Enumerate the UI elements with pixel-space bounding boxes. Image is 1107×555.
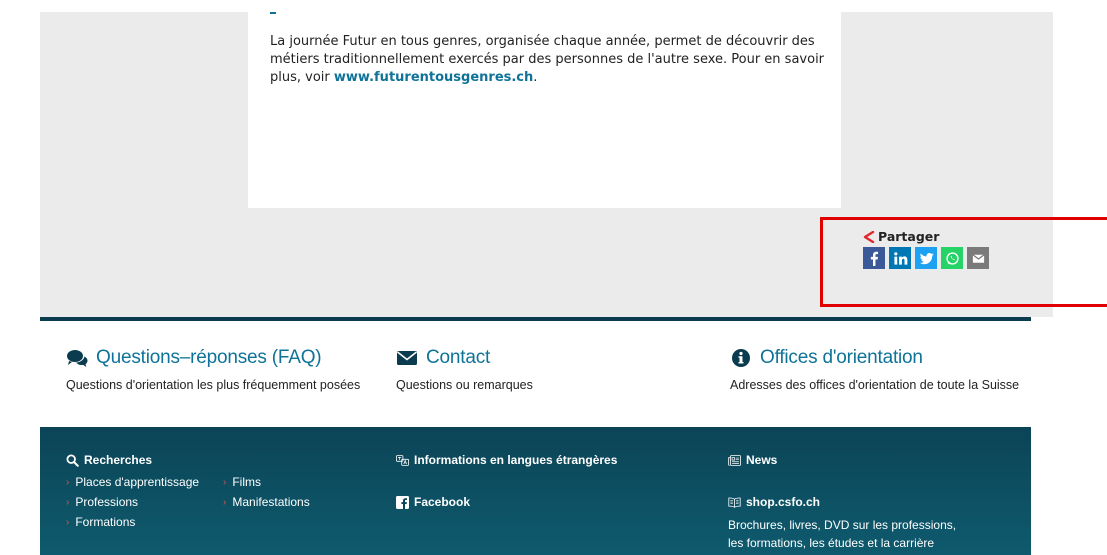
offices-title[interactable]: Offices d'orientation <box>730 347 1019 369</box>
book-icon <box>728 497 741 508</box>
search-icon <box>66 453 79 467</box>
footer-search-title: Recherches <box>84 453 153 467</box>
divider <box>270 12 276 14</box>
article-link-suffix: . <box>533 70 538 85</box>
footer-link-films[interactable]: › Films <box>223 475 343 489</box>
footer: Recherches › Places d'apprentissage › Film… <box>40 427 1031 555</box>
footer-link-label: Professions <box>75 495 139 509</box>
highlight-box <box>820 217 1107 307</box>
footer-shop-desc-line: les formations, les études et la carrièr… <box>728 536 935 550</box>
footer-news-title: News <box>746 453 778 467</box>
offices-title-text: Offices d'orientation <box>760 347 923 368</box>
faq-description: Questions d'orientation les plus fréquem… <box>66 378 361 392</box>
article-card: La journée Futur en tous genres, organis… <box>248 12 841 208</box>
article-paragraph: La journée Futur en tous genres, organis… <box>270 33 830 87</box>
faq-title-text: Questions–réponses (FAQ) <box>96 347 322 368</box>
contact-description: Questions ou remarques <box>396 378 533 392</box>
footer-search-list: › Places d'apprentissage › Films › Professi… <box>66 475 343 529</box>
info-icon <box>732 349 750 367</box>
footer-shop-title: shop.csfo.ch <box>746 495 821 509</box>
footer-facebook-title: Facebook <box>414 495 471 509</box>
footer-shop-link[interactable]: shop.csfo.ch <box>728 495 956 509</box>
offices-link[interactable]: Offices d'orientation Adresses des offic… <box>730 347 1019 392</box>
footer-facebook-link[interactable]: Facebook <box>396 495 617 509</box>
footer-shop-desc-line: Brochures, livres, DVD sur les professio… <box>728 518 957 532</box>
translate-icon <box>396 454 409 466</box>
footer-link-formations[interactable]: › Formations <box>66 515 223 529</box>
contact-link[interactable]: Contact Questions ou remarques <box>396 347 533 392</box>
quick-links-band: Questions–réponses (FAQ) Questions d'ori… <box>40 317 1031 427</box>
footer-link-professions[interactable]: › Professions <box>66 495 223 509</box>
contact-title[interactable]: Contact <box>396 347 533 369</box>
envelope-icon <box>397 351 417 365</box>
newspaper-icon <box>728 454 741 466</box>
footer-link-label: Places d'apprentissage <box>75 475 200 489</box>
futurentousgenres-link[interactable]: www.futurentousgenres.ch <box>334 70 533 85</box>
comments-icon <box>67 350 88 367</box>
footer-languages-link[interactable]: Informations en langues étrangères <box>396 453 617 467</box>
chevron-right-icon: › <box>66 476 70 488</box>
footer-link-label: Manifestations <box>232 495 310 509</box>
contact-title-text: Contact <box>426 347 491 368</box>
footer-search-heading[interactable]: Recherches <box>66 453 343 467</box>
footer-link-places[interactable]: › Places d'apprentissage <box>66 475 223 489</box>
footer-languages-title: Informations en langues étrangères <box>414 453 618 467</box>
offices-description: Adresses des offices d'orientation de to… <box>730 378 1020 392</box>
facebook-icon <box>396 495 409 509</box>
footer-link-label: Formations <box>75 515 136 529</box>
chevron-right-icon: › <box>223 496 227 508</box>
faq-title[interactable]: Questions–réponses (FAQ) <box>66 347 360 369</box>
chevron-right-icon: › <box>66 516 70 528</box>
footer-search-column: Recherches › Places d'apprentissage › Film… <box>66 453 343 529</box>
footer-middle-column: Informations en langues étrangères Faceb… <box>396 453 617 509</box>
footer-link-label: Films <box>232 475 262 489</box>
chevron-right-icon: › <box>66 496 70 508</box>
faq-link[interactable]: Questions–réponses (FAQ) Questions d'ori… <box>66 347 360 392</box>
footer-shop-description: Brochures, livres, DVD sur les professio… <box>728 516 956 552</box>
footer-right-column: News shop.csfo.ch Brochures, livres, DVD… <box>728 453 956 552</box>
chevron-right-icon: › <box>223 476 227 488</box>
footer-link-manifestations[interactable]: › Manifestations <box>223 495 343 509</box>
footer-news-link[interactable]: News <box>728 453 956 467</box>
